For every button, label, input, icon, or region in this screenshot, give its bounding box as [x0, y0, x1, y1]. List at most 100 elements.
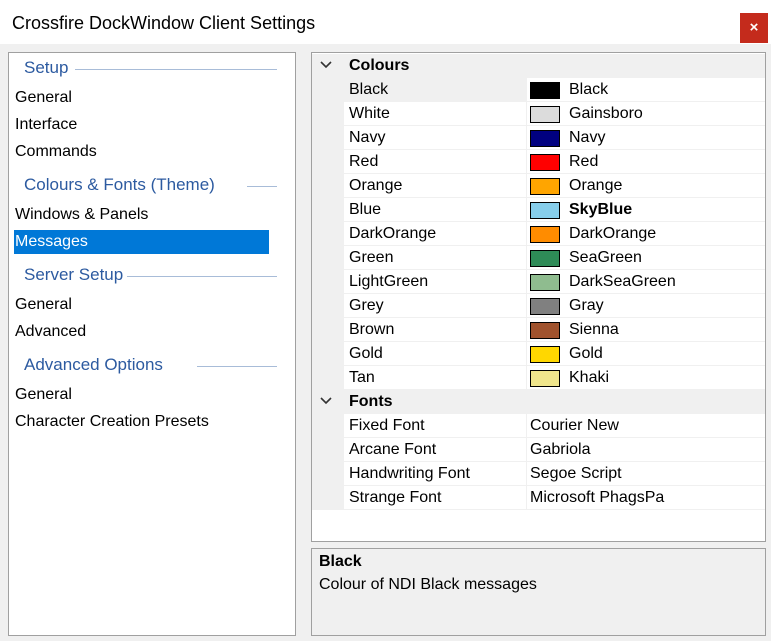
property-value[interactable]: Gold [527, 342, 765, 366]
property-value[interactable]: Microsoft PhagsPa [527, 486, 765, 510]
color-swatch [530, 130, 560, 147]
close-button[interactable]: × [740, 13, 768, 43]
grid-category-label: Colours [349, 57, 410, 74]
property-name[interactable]: LightGreen [344, 270, 526, 294]
property-value-text: Gold [569, 345, 603, 362]
grid-row-gutter [312, 126, 344, 150]
property-value[interactable]: SeaGreen [527, 246, 765, 270]
grid-row[interactable]: Navy Navy [312, 126, 765, 150]
nav-item[interactable]: Interface [14, 113, 77, 137]
collapse-chevron-icon[interactable] [320, 390, 334, 414]
property-name[interactable]: White [344, 102, 526, 126]
description-title: Black [319, 553, 362, 570]
nav-item[interactable]: General [14, 293, 72, 317]
property-name[interactable]: Brown [344, 318, 526, 342]
grid-row[interactable]: Brown Sienna [312, 318, 765, 342]
grid-row[interactable]: Green SeaGreen [312, 246, 765, 270]
grid-row-gutter [312, 198, 344, 222]
property-value[interactable]: DarkOrange [527, 222, 765, 246]
property-value-text: Khaki [569, 369, 610, 386]
property-value-text: Red [569, 153, 599, 170]
grid-row[interactable]: Tan Khaki [312, 366, 765, 390]
grid-row-gutter [312, 342, 344, 366]
property-value-text: Microsoft PhagsPa [530, 489, 665, 506]
grid-row-gutter [312, 222, 344, 246]
grid-row[interactable]: Arcane Font Gabriola [312, 438, 765, 462]
property-name[interactable]: Handwriting Font [344, 462, 526, 486]
property-value[interactable]: DarkSeaGreen [527, 270, 765, 294]
property-name[interactable]: DarkOrange [344, 222, 526, 246]
property-name[interactable]: Green [344, 246, 526, 270]
collapse-chevron-icon[interactable] [320, 54, 334, 78]
grid-row[interactable]: Gold Gold [312, 342, 765, 366]
grid-row[interactable]: Red Red [312, 150, 765, 174]
settings-nav-panel: Setup General Interface Commands Colours & F… [8, 52, 296, 636]
property-value[interactable]: Courier New [527, 414, 765, 438]
close-icon: × [749, 19, 759, 36]
nav-item[interactable]: Windows & Panels [14, 203, 148, 227]
property-value-text: Orange [569, 177, 623, 194]
color-swatch [530, 202, 560, 219]
grid-row-gutter [312, 270, 344, 294]
property-value[interactable]: Segoe Script [527, 462, 765, 486]
property-name[interactable]: Grey [344, 294, 526, 318]
grid-row-gutter [312, 294, 344, 318]
property-name[interactable]: Arcane Font [344, 438, 526, 462]
grid-row[interactable]: LightGreen DarkSeaGreen [312, 270, 765, 294]
grid-row[interactable]: Fixed Font Courier New [312, 414, 765, 438]
property-value-text: Gainsboro [569, 105, 643, 122]
nav-item[interactable]: General [14, 86, 72, 110]
property-name[interactable]: Tan [344, 366, 526, 390]
grid-row-gutter [312, 366, 344, 390]
grid-row[interactable]: White Gainsboro [312, 102, 765, 126]
property-name[interactable]: Fixed Font [344, 414, 526, 438]
property-name[interactable]: Strange Font [344, 486, 526, 510]
color-swatch [530, 178, 560, 195]
property-value-text: Segoe Script [530, 465, 622, 482]
nav-item[interactable]: Advanced [14, 320, 86, 344]
property-name[interactable]: Orange [344, 174, 526, 198]
color-swatch [530, 274, 560, 291]
property-name[interactable]: Red [344, 150, 526, 174]
grid-category-label: Fonts [349, 393, 393, 410]
property-value[interactable]: Red [527, 150, 765, 174]
grid-row[interactable]: Blue SkyBlue [312, 198, 765, 222]
grid-row-gutter [312, 78, 344, 102]
property-name[interactable]: Gold [344, 342, 526, 366]
nav-item[interactable]: Character Creation Presets [14, 410, 209, 434]
grid-row-gutter [312, 438, 344, 462]
grid-row[interactable]: Handwriting Font Segoe Script [312, 462, 765, 486]
grid-row[interactable]: Grey Gray [312, 294, 765, 318]
nav-item[interactable]: General [14, 383, 72, 407]
grid-row-gutter [312, 318, 344, 342]
grid-row[interactable]: Strange Font Microsoft PhagsPa [312, 486, 765, 510]
property-value[interactable]: Navy [527, 126, 765, 150]
color-swatch [530, 226, 560, 243]
grid-row[interactable]: Orange Orange [312, 174, 765, 198]
grid-category-fonts[interactable]: Fonts [312, 390, 765, 414]
grid-row[interactable]: Black Black [312, 78, 765, 102]
property-value[interactable]: SkyBlue [527, 198, 765, 222]
property-value-text: Sienna [569, 321, 619, 338]
property-value[interactable]: Khaki [527, 366, 765, 390]
property-value[interactable]: Sienna [527, 318, 765, 342]
property-value[interactable]: Gainsboro [527, 102, 765, 126]
property-value[interactable]: Orange [527, 174, 765, 198]
grid-category-colours[interactable]: Colours [312, 54, 765, 78]
grid-row-gutter [312, 462, 344, 486]
property-name[interactable]: Navy [344, 126, 526, 150]
property-name[interactable]: Blue [344, 198, 526, 222]
nav-group-divider [127, 276, 277, 277]
window-title: Crossfire DockWindow Client Settings [12, 13, 316, 33]
property-name[interactable]: Black [344, 78, 526, 102]
nav-item[interactable]: Commands [14, 140, 97, 164]
color-swatch [530, 370, 560, 387]
property-value[interactable]: Black [527, 78, 765, 102]
property-value-text: Navy [569, 129, 606, 146]
property-value[interactable]: Gabriola [527, 438, 765, 462]
nav-item[interactable]: Messages [14, 230, 269, 254]
grid-row[interactable]: DarkOrange DarkOrange [312, 222, 765, 246]
color-swatch [530, 250, 560, 267]
property-value[interactable]: Gray [527, 294, 765, 318]
color-swatch [530, 298, 560, 315]
